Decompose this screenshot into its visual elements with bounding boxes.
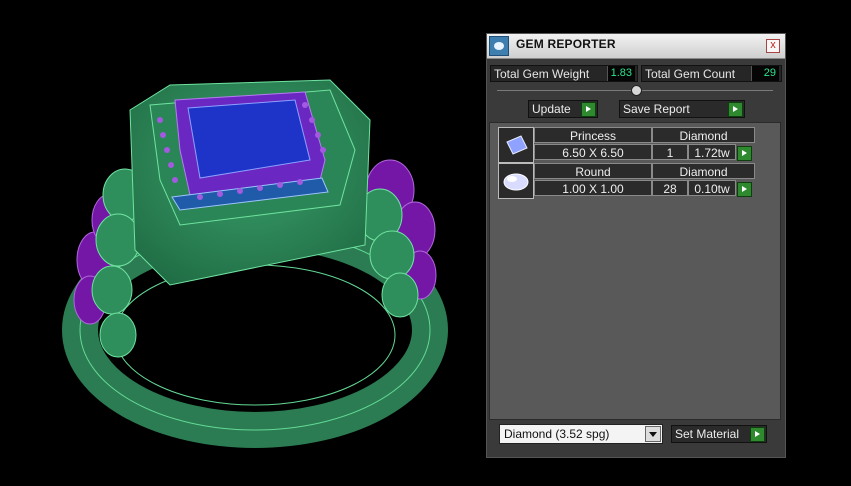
gem-material: Diamond bbox=[652, 163, 755, 179]
gem-list: Princess Diamond 6.50 X 6.50 1 1.72tw Ro… bbox=[489, 122, 781, 420]
gem-size: 1.00 X 1.00 bbox=[534, 180, 652, 196]
update-button[interactable]: Update bbox=[528, 100, 598, 118]
princess-cut-icon bbox=[498, 127, 534, 163]
total-gem-weight-value: 1.83 bbox=[606, 66, 635, 81]
gem-weight: 0.10tw bbox=[688, 180, 736, 196]
total-gem-weight-field: Total Gem Weight 1.83 bbox=[490, 65, 638, 82]
set-material-button[interactable]: Set Material bbox=[671, 425, 767, 443]
total-gem-count-label: Total Gem Count bbox=[645, 67, 736, 81]
gem-reporter-panel: GEM REPORTER x Total Gem Weight 1.83 Tot… bbox=[486, 33, 786, 458]
gem-shape: Princess bbox=[534, 127, 652, 143]
gem-count: 1 bbox=[652, 144, 688, 160]
chevron-down-icon[interactable] bbox=[645, 426, 661, 442]
gem-reporter-icon bbox=[489, 36, 509, 56]
total-gem-weight-label: Total Gem Weight bbox=[494, 67, 590, 81]
gem-weight: 1.72tw bbox=[688, 144, 736, 160]
gem-row-princess[interactable]: Princess Diamond 6.50 X 6.50 1 1.72tw bbox=[498, 127, 755, 163]
close-button[interactable]: x bbox=[766, 39, 780, 53]
gem-row-round[interactable]: Round Diamond 1.00 X 1.00 28 0.10tw bbox=[498, 163, 755, 199]
play-arrow-icon bbox=[750, 427, 765, 442]
play-arrow-icon[interactable] bbox=[737, 146, 752, 161]
play-arrow-icon[interactable] bbox=[737, 182, 752, 197]
panel-titlebar[interactable]: GEM REPORTER x bbox=[487, 34, 785, 59]
ring-3d-viewport[interactable] bbox=[0, 0, 480, 486]
total-gem-count-field: Total Gem Count 29 bbox=[641, 65, 782, 82]
gem-size: 6.50 X 6.50 bbox=[534, 144, 652, 160]
material-select[interactable]: Diamond (3.52 spg) bbox=[499, 424, 663, 444]
panel-title: GEM REPORTER bbox=[516, 37, 616, 51]
round-cut-icon bbox=[498, 163, 534, 199]
update-button-label: Update bbox=[532, 102, 571, 116]
play-arrow-icon bbox=[581, 102, 596, 117]
material-select-value: Diamond (3.52 spg) bbox=[504, 427, 610, 441]
set-material-button-label: Set Material bbox=[675, 427, 740, 441]
save-report-button-label: Save Report bbox=[623, 102, 690, 116]
gem-material: Diamond bbox=[652, 127, 755, 143]
play-arrow-icon bbox=[728, 102, 743, 117]
size-slider-thumb[interactable] bbox=[631, 85, 642, 96]
total-gem-count-value: 29 bbox=[751, 66, 779, 81]
gem-shape: Round bbox=[534, 163, 652, 179]
save-report-button[interactable]: Save Report bbox=[619, 100, 745, 118]
gem-count: 28 bbox=[652, 180, 688, 196]
